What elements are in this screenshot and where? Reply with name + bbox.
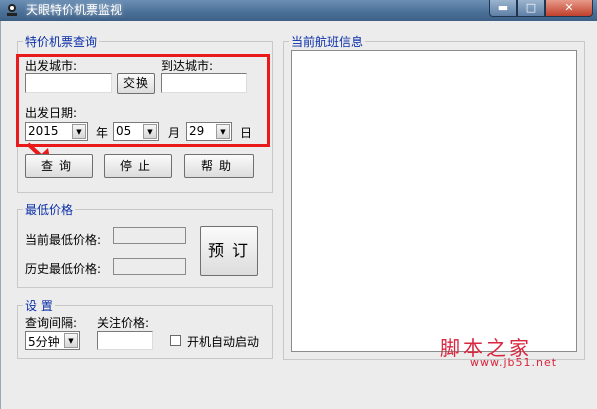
current-lowest-label: 当前最低价格: xyxy=(25,233,102,247)
title-bar[interactable]: 天眼特价机票监视 ▬ □ ✕ xyxy=(0,0,597,21)
close-button[interactable]: ✕ xyxy=(545,0,593,17)
interval-label: 查询间隔: xyxy=(25,316,78,330)
window-title: 天眼特价机票监视 xyxy=(26,3,123,17)
current-lowest-field xyxy=(113,227,186,244)
interval-value: 5分钟 xyxy=(28,335,60,349)
autostart-checkbox[interactable] xyxy=(170,335,181,346)
highlight-box xyxy=(16,54,270,147)
price-group-legend: 最低价格 xyxy=(25,203,74,217)
watch-price-label: 关注价格: xyxy=(97,316,150,330)
flight-info-legend: 当前航班信息 xyxy=(291,35,364,49)
flight-info-list[interactable] xyxy=(291,50,577,352)
app-icon xyxy=(7,4,17,16)
settings-group-legend: 设 置 xyxy=(25,299,53,313)
history-lowest-label: 历史最低价格: xyxy=(25,262,102,276)
watermark-url: www.jb51.net xyxy=(470,356,558,369)
watch-price-input[interactable] xyxy=(97,331,153,350)
autostart-label: 开机自动启动 xyxy=(187,335,260,349)
chevron-down-icon[interactable]: ▼ xyxy=(64,333,78,348)
help-button[interactable]: 帮助 xyxy=(184,154,254,178)
history-lowest-field xyxy=(113,258,186,275)
stop-button[interactable]: 停止 xyxy=(104,154,172,178)
book-button[interactable]: 预订 xyxy=(200,226,258,276)
maximize-button[interactable]: □ xyxy=(517,0,545,17)
minimize-button[interactable]: ▬ xyxy=(489,0,517,17)
interval-select[interactable]: 5分钟 ▼ xyxy=(25,331,80,350)
query-button[interactable]: 查询 xyxy=(25,154,93,178)
query-group-legend: 特价机票查询 xyxy=(25,35,98,49)
